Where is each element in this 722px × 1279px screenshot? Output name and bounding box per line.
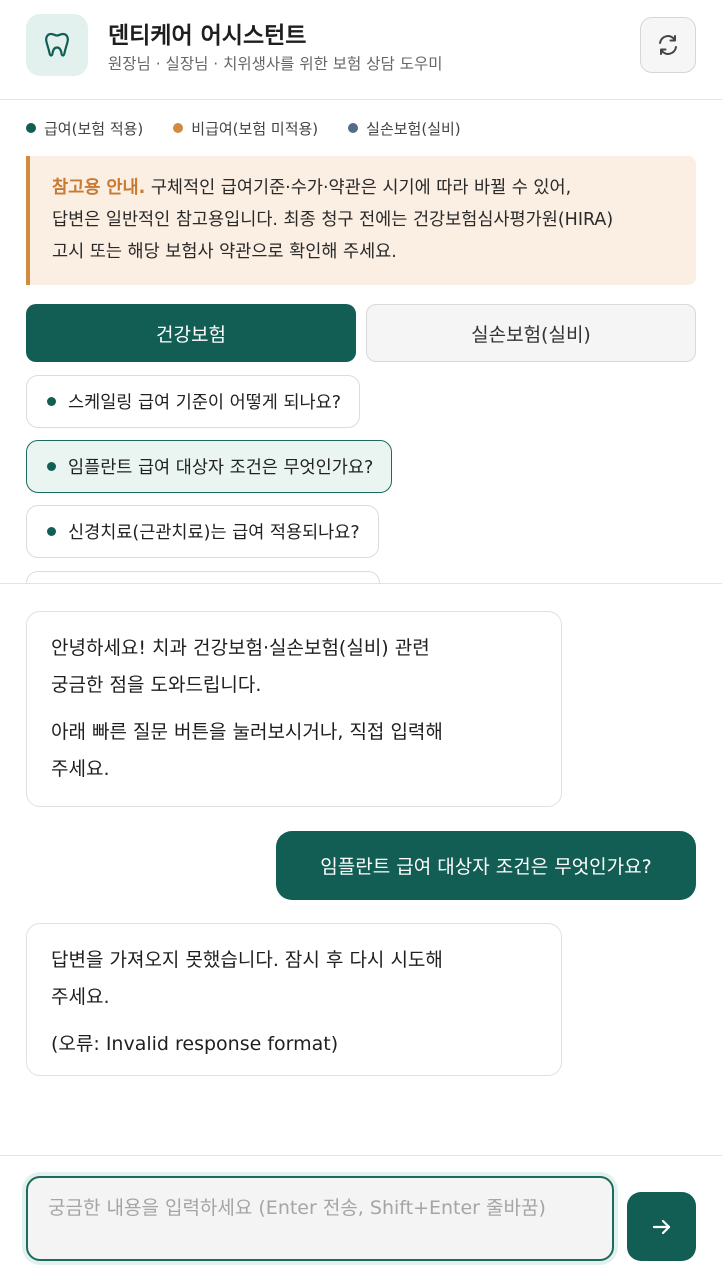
notice-box: 참고용 안내. 구체적인 급여기준·수가·약관은 시기에 따라 바뀔 수 있어,… xyxy=(26,156,696,285)
legend-label: 비급여(보험 미적용) xyxy=(191,119,319,138)
notice-title: 참고용 안내. xyxy=(52,178,146,198)
notice-line: 참고용 안내. 구체적인 급여기준·수가·약관은 시기에 따라 바뀔 수 있어, xyxy=(52,172,676,204)
refresh-icon xyxy=(659,35,677,55)
tab-private-insurance[interactable]: 실손보험(실비) xyxy=(366,304,696,362)
chip-label: 신경치료(근관치료)는 급여 적용되나요? xyxy=(68,523,360,543)
message-input[interactable] xyxy=(26,1176,614,1261)
app-header: 덴티케어 어시스턴트 원장님 · 실장님 · 치위생사를 위한 보험 상담 도우… xyxy=(0,0,722,100)
divider xyxy=(0,583,722,584)
legend-item-private: 실손보험(실비) xyxy=(348,118,461,139)
quick-questions[interactable]: 스케일링 급여 기준이 어떻게 되나요? 임플란트 급여 대상자 조건은 무엇인… xyxy=(0,372,722,583)
message-paragraph: 답변을 가져오지 못했습니다. 잠시 후 다시 시도해 주세요. xyxy=(51,942,537,1016)
legend-dot xyxy=(348,123,359,133)
legend-item-covered: 급여(보험 적용) xyxy=(26,118,143,139)
bullet xyxy=(47,462,56,471)
chip-label: 스케일링 급여 기준이 어떻게 되나요? xyxy=(68,393,342,413)
message-paragraph: 아래 빠른 질문 버튼을 눌러보시거나, 직접 입력해 주세요. xyxy=(51,714,537,788)
message-line: 안녕하세요! 치과 건강보험·실손보험(실비) 관련 xyxy=(51,637,430,659)
user-message: 임플란트 급여 대상자 조건은 무엇인가요? xyxy=(276,831,696,900)
legend-dot xyxy=(173,123,184,133)
legend-item-non-covered: 비급여(보험 미적용) xyxy=(173,118,318,139)
legend-dot xyxy=(26,123,36,133)
chip-label: 임플란트 급여 대상자 조건은 무엇인가요? xyxy=(68,458,374,478)
tab-health-insurance[interactable]: 건강보험 xyxy=(26,304,356,362)
legend-label: 급여(보험 적용) xyxy=(44,119,144,138)
message-line: 답변을 가져오지 못했습니다. 잠시 후 다시 시도해 xyxy=(51,949,443,971)
message-paragraph: 안녕하세요! 치과 건강보험·실손보험(실비) 관련 궁금한 점을 도와드립니다… xyxy=(51,630,537,704)
bot-message: 안녕하세요! 치과 건강보험·실손보험(실비) 관련 궁금한 점을 도와드립니다… xyxy=(26,611,562,807)
tooth-icon xyxy=(26,14,88,76)
legend: 급여(보험 적용) 비급여(보험 미적용) 실손보험(실비) xyxy=(26,116,461,140)
notice-text: 구체적인 급여기준·수가·약관은 시기에 따라 바뀔 수 있어, xyxy=(145,178,572,198)
app-title: 덴티케어 어시스턴트 xyxy=(108,23,307,49)
message-line: 주세요. xyxy=(51,986,110,1008)
bullet xyxy=(47,527,56,536)
notice-line: 답변은 일반적인 참고용입니다. 최종 청구 전에는 건강보험심사평가원(HIR… xyxy=(52,210,614,230)
message-line: 주세요. xyxy=(51,758,110,780)
bot-message: 답변을 가져오지 못했습니다. 잠시 후 다시 시도해 주세요. (오류: In… xyxy=(26,923,562,1076)
send-button[interactable] xyxy=(627,1192,696,1261)
quick-question-chip[interactable]: 임플란트 급여 대상자 조건은 무엇인가요? xyxy=(26,440,393,493)
quick-question-chip[interactable]: 신경치료(근관치료)는 급여 적용되나요? xyxy=(26,505,379,558)
message-line: 아래 빠른 질문 버튼을 눌러보시거나, 직접 입력해 xyxy=(51,721,443,743)
quick-question-chip[interactable]: 스케일링 급여 기준이 어떻게 되나요? xyxy=(26,375,361,428)
app-subtitle: 원장님 · 실장님 · 치위생사를 위한 보험 상담 도우미 xyxy=(108,55,443,73)
bullet xyxy=(47,397,56,406)
quick-question-chip[interactable] xyxy=(26,571,380,583)
message-line: 궁금한 점을 도와드립니다. xyxy=(51,674,262,696)
refresh-button[interactable] xyxy=(640,17,696,73)
arrow-right-icon xyxy=(652,1219,670,1234)
notice-line: 고시 또는 해당 보험사 약관으로 확인해 주세요. xyxy=(52,242,397,262)
message-paragraph: (오류: Invalid response format) xyxy=(51,1033,339,1055)
legend-label: 실손보험(실비) xyxy=(366,119,461,138)
